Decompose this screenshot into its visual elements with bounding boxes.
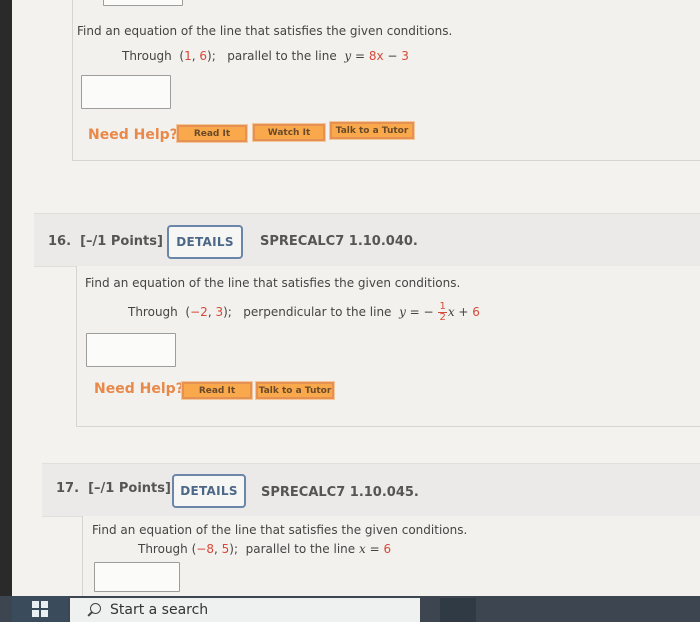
- fraction: 12: [438, 301, 447, 323]
- assignment-page: Find an equation of the line that satisf…: [12, 0, 700, 597]
- question-17-details-button[interactable]: DETAILS: [172, 474, 246, 508]
- question-17-number-points: 17. [–/1 Points]: [56, 481, 171, 496]
- taskbar-app-button[interactable]: [440, 598, 476, 622]
- question-17-condition: Through (−8, 5); parallel to the line x …: [138, 542, 392, 556]
- question-17-answer-input[interactable]: [94, 562, 180, 592]
- need-help-label: Need Help?: [94, 381, 184, 397]
- question-16-prompt: Find an equation of the line that satisf…: [85, 276, 461, 290]
- question-16-answer-input[interactable]: [86, 333, 176, 367]
- question-16-details-button[interactable]: DETAILS: [167, 225, 243, 259]
- question-15-answer-input[interactable]: [81, 75, 171, 109]
- question-17-prompt: Find an equation of the line that satisf…: [92, 523, 468, 537]
- search-icon: [86, 602, 102, 618]
- windows-logo-icon: [32, 601, 48, 617]
- question-16-condition: Through (−2, 3); perpendicular to the li…: [128, 301, 480, 323]
- question-15-condition: Through (1, 6); parallel to the line y =…: [122, 49, 409, 63]
- start-button[interactable]: [12, 596, 68, 622]
- screen-bezel: [0, 0, 12, 622]
- watch-it-button[interactable]: Watch It: [252, 123, 326, 142]
- search-placeholder: Start a search: [110, 602, 209, 618]
- need-help-label: Need Help?: [88, 127, 178, 143]
- talk-to-tutor-button[interactable]: Talk to a Tutor: [255, 381, 335, 400]
- taskbar-search-box[interactable]: Start a search: [70, 598, 420, 622]
- question-15-prompt: Find an equation of the line that satisf…: [77, 24, 453, 38]
- question-16-code: SPRECALC7 1.10.040.: [260, 234, 418, 249]
- read-it-button[interactable]: Read It: [181, 381, 253, 400]
- taskbar: Start a search: [0, 596, 700, 622]
- question-15-top-answer-edge: [103, 0, 183, 6]
- read-it-button[interactable]: Read It: [176, 124, 248, 143]
- talk-to-tutor-button[interactable]: Talk to a Tutor: [329, 121, 415, 140]
- question-16-number-points: 16. [–/1 Points]: [48, 234, 163, 249]
- question-17-code: SPRECALC7 1.10.045.: [261, 485, 419, 500]
